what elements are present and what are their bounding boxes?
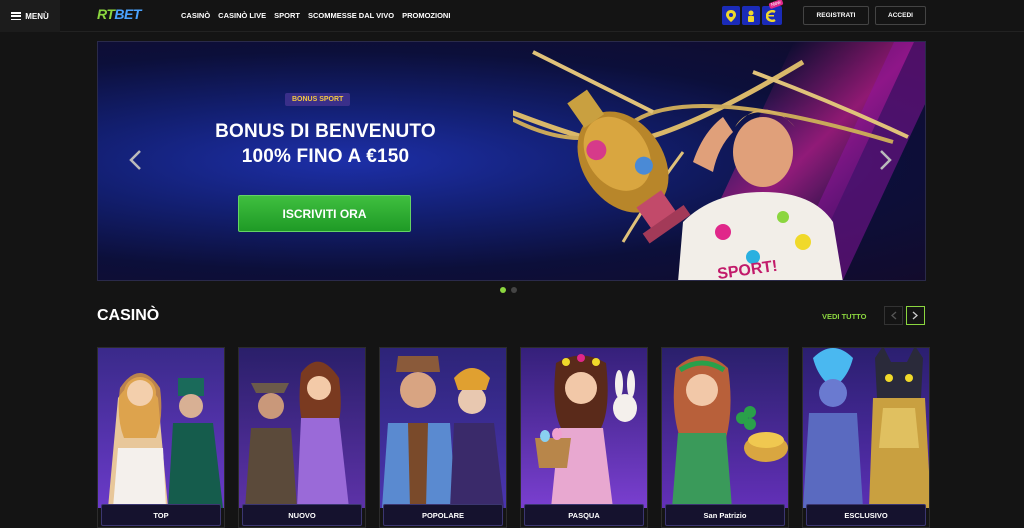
signup-cta-button[interactable]: ISCRIVITI ORA: [238, 195, 411, 232]
category-artwork: [662, 348, 788, 508]
category-artwork: [98, 348, 224, 508]
carousel-dot-2[interactable]: [511, 287, 517, 293]
category-label: TOP: [101, 504, 221, 526]
category-tile-exclusive[interactable]: ESCLUSIVO: [802, 347, 930, 528]
nav-casino[interactable]: CASINÒ: [181, 11, 210, 20]
chevron-left-icon[interactable]: [128, 149, 142, 171]
rtbet-logo[interactable]: RTBET: [97, 6, 141, 22]
carousel-dots: [500, 287, 517, 293]
category-label: PASQUA: [524, 504, 644, 526]
bonus-tag: BONUS SPORT: [285, 93, 351, 106]
category-label: San Patrizio: [665, 504, 785, 526]
category-artwork: [380, 348, 506, 508]
category-label: POPOLARE: [383, 504, 503, 526]
category-label: NUOVO: [242, 504, 362, 526]
casino-category-tiles: TOP NUOVO POPOLARE PASQUA San Patrizio E…: [97, 347, 930, 528]
chevron-right-icon[interactable]: [879, 149, 893, 171]
menu-button[interactable]: MENÙ: [0, 0, 60, 32]
main-nav: CASINÒ CASINÒ LIVE SPORT SCOMMESSE DAL V…: [181, 11, 450, 20]
see-all-link[interactable]: VEDI TUTTO: [822, 312, 866, 321]
hero-title-line-1: BONUS DI BENVENUTO: [215, 121, 436, 142]
category-label: ESCLUSIVO: [806, 504, 926, 526]
hero-banner[interactable]: SPORT! BONUS SPORT BONUS DI BENVENUTO 10…: [97, 41, 926, 281]
category-tile-new[interactable]: NUOVO: [238, 347, 366, 528]
carousel-dot-1[interactable]: [500, 287, 506, 293]
hero-title-line-2: 100% FINO A €150: [241, 146, 410, 167]
new-badge: New: [768, 0, 784, 10]
category-tile-top[interactable]: TOP: [97, 347, 225, 528]
login-button[interactable]: ACCEDI: [875, 6, 926, 25]
hamburger-icon: [11, 12, 22, 20]
quick-icons: New: [722, 0, 784, 25]
logo-part-rt: RT: [97, 6, 115, 22]
nav-promotions[interactable]: PROMOZIONI: [402, 11, 450, 20]
register-button[interactable]: REGISTRATI: [803, 6, 869, 25]
new-promo-icon[interactable]: New: [762, 0, 784, 25]
nav-sport[interactable]: SPORT: [274, 11, 300, 20]
casino-prev-button[interactable]: [884, 306, 903, 325]
chevron-left-icon: [891, 311, 897, 320]
category-artwork: [521, 348, 647, 508]
chevron-right-icon: [912, 311, 918, 320]
hero-title: BONUS DI BENVENUTO 100% FINO A €150: [198, 119, 453, 169]
menu-label: MENÙ: [25, 11, 49, 21]
category-tile-popular[interactable]: POPOLARE: [379, 347, 507, 528]
category-tile-easter[interactable]: PASQUA: [520, 347, 648, 528]
logo-part-bet: BET: [114, 6, 141, 22]
nav-live-betting[interactable]: SCOMMESSE DAL VIVO: [308, 11, 394, 20]
category-tile-st-patrick[interactable]: San Patrizio: [661, 347, 789, 528]
category-artwork: [803, 348, 929, 508]
nav-casino-live[interactable]: CASINÒ LIVE: [218, 11, 266, 20]
person-icon[interactable]: [742, 6, 760, 25]
hero-athlete-trophy-illustration: SPORT!: [513, 50, 909, 280]
category-artwork: [239, 348, 365, 508]
map-pin-icon[interactable]: [722, 6, 740, 25]
casino-section-title: CASINÒ: [97, 307, 160, 324]
top-bar: MENÙ RTBET CASINÒ CASINÒ LIVE SPORT SCOM…: [0, 0, 1024, 32]
casino-next-button[interactable]: [906, 306, 925, 325]
